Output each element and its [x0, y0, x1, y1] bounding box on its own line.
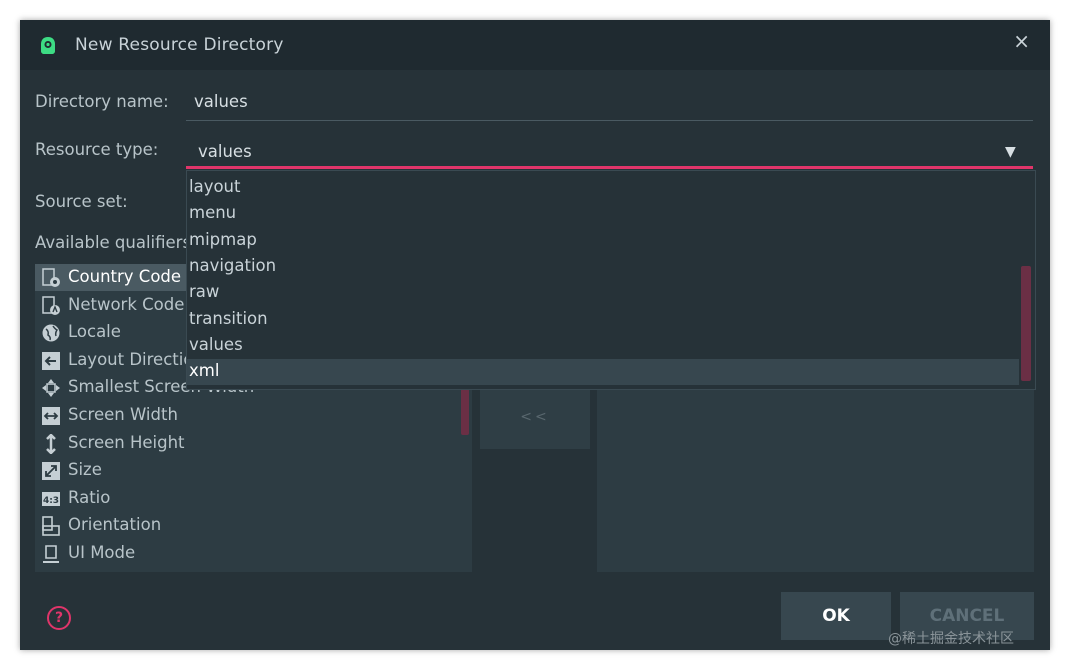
dialog-title: New Resource Directory	[75, 35, 284, 55]
ui-mode-icon	[43, 545, 59, 563]
resource-type-option-raw[interactable]: raw	[187, 280, 1019, 306]
option-label: xml	[189, 361, 220, 381]
smallest-width-icon	[42, 379, 60, 398]
qualifier-item-screen-height[interactable]: Screen Height	[35, 430, 459, 457]
resource-type-option-transition[interactable]: transition	[187, 307, 1019, 333]
title-bar: New Resource Directory ×	[20, 20, 1050, 70]
country-code-icon	[42, 268, 60, 287]
qualifier-label: Network Code	[68, 294, 185, 314]
android-studio-icon	[41, 37, 55, 54]
resource-type-option-menu[interactable]: menu	[187, 201, 1019, 227]
option-label: mipmap	[189, 229, 257, 249]
ok-button[interactable]: OK	[781, 592, 891, 640]
new-resource-directory-dialog: New Resource Directory × Directory name:…	[20, 20, 1050, 650]
screen-width-icon	[42, 407, 60, 425]
popup-scrollbar-thumb[interactable]	[1021, 266, 1031, 381]
qualifier-item-screen-width[interactable]: Screen Width	[35, 402, 459, 429]
source-set-label: Source set:	[35, 192, 128, 211]
help-icon[interactable]: ?	[47, 606, 71, 630]
resource-type-option-xml[interactable]: xml	[187, 359, 1019, 386]
option-label: transition	[189, 308, 268, 328]
option-label: menu	[189, 203, 237, 223]
resource-type-underline	[186, 166, 1033, 169]
close-icon[interactable]: ×	[1013, 29, 1030, 53]
resource-type-popup[interactable]: layout menu mipmap navigation raw transition v…	[186, 170, 1036, 390]
resource-type-option-navigation[interactable]: navigation	[187, 254, 1019, 280]
option-label: raw	[189, 282, 220, 302]
qualifier-item-ui-mode[interactable]: UI Mode	[35, 540, 459, 567]
chosen-qualifiers-list[interactable]	[597, 385, 1034, 572]
resource-type-label: Resource type:	[35, 140, 159, 159]
qualifier-label: Screen Width	[68, 405, 178, 424]
directory-name-field[interactable]: values	[194, 92, 248, 111]
qualifier-label: Ratio	[68, 487, 111, 507]
option-label: layout	[189, 177, 241, 196]
resource-type-option-layout[interactable]: layout	[187, 175, 1019, 201]
screen-height-icon	[46, 433, 56, 454]
available-qualifiers-label: Available qualifiers:	[35, 233, 197, 252]
option-label: values	[189, 334, 243, 354]
size-icon	[42, 462, 60, 481]
directory-name-label: Directory name:	[35, 92, 169, 111]
qualifier-label: Orientation	[68, 515, 162, 535]
move-left-button[interactable]: <<	[480, 385, 590, 449]
qualifier-label: Screen Height	[68, 432, 185, 452]
globe-icon	[42, 324, 60, 342]
svg-text:4:3: 4:3	[43, 496, 59, 506]
qualifier-label: Locale	[68, 322, 121, 342]
qualifier-item-size[interactable]: Size	[35, 457, 459, 484]
chevron-down-icon[interactable]: ▼	[1005, 144, 1016, 160]
qualifier-label: Size	[68, 460, 102, 480]
resource-type-option-mipmap[interactable]: mipmap	[187, 228, 1019, 254]
network-code-icon	[42, 295, 60, 315]
ratio-icon: 4:3	[42, 491, 60, 506]
qualifier-label: Layout Direction	[68, 349, 204, 369]
qualifier-label: Country Code	[68, 267, 182, 286]
option-label: navigation	[189, 255, 277, 275]
resource-type-option-values[interactable]: values	[187, 333, 1019, 359]
resource-type-dropdown[interactable]: values	[198, 142, 252, 161]
directory-name-underline	[186, 120, 1033, 121]
layout-direction-icon	[42, 351, 60, 370]
orientation-icon	[42, 516, 60, 537]
qualifier-item-orientation[interactable]: Orientation	[35, 512, 459, 539]
watermark: @稀土掘金技术社区	[888, 631, 1014, 647]
qualifier-label: UI Mode	[68, 543, 136, 562]
qualifier-item-ratio[interactable]: 4:3 Ratio	[35, 485, 459, 512]
